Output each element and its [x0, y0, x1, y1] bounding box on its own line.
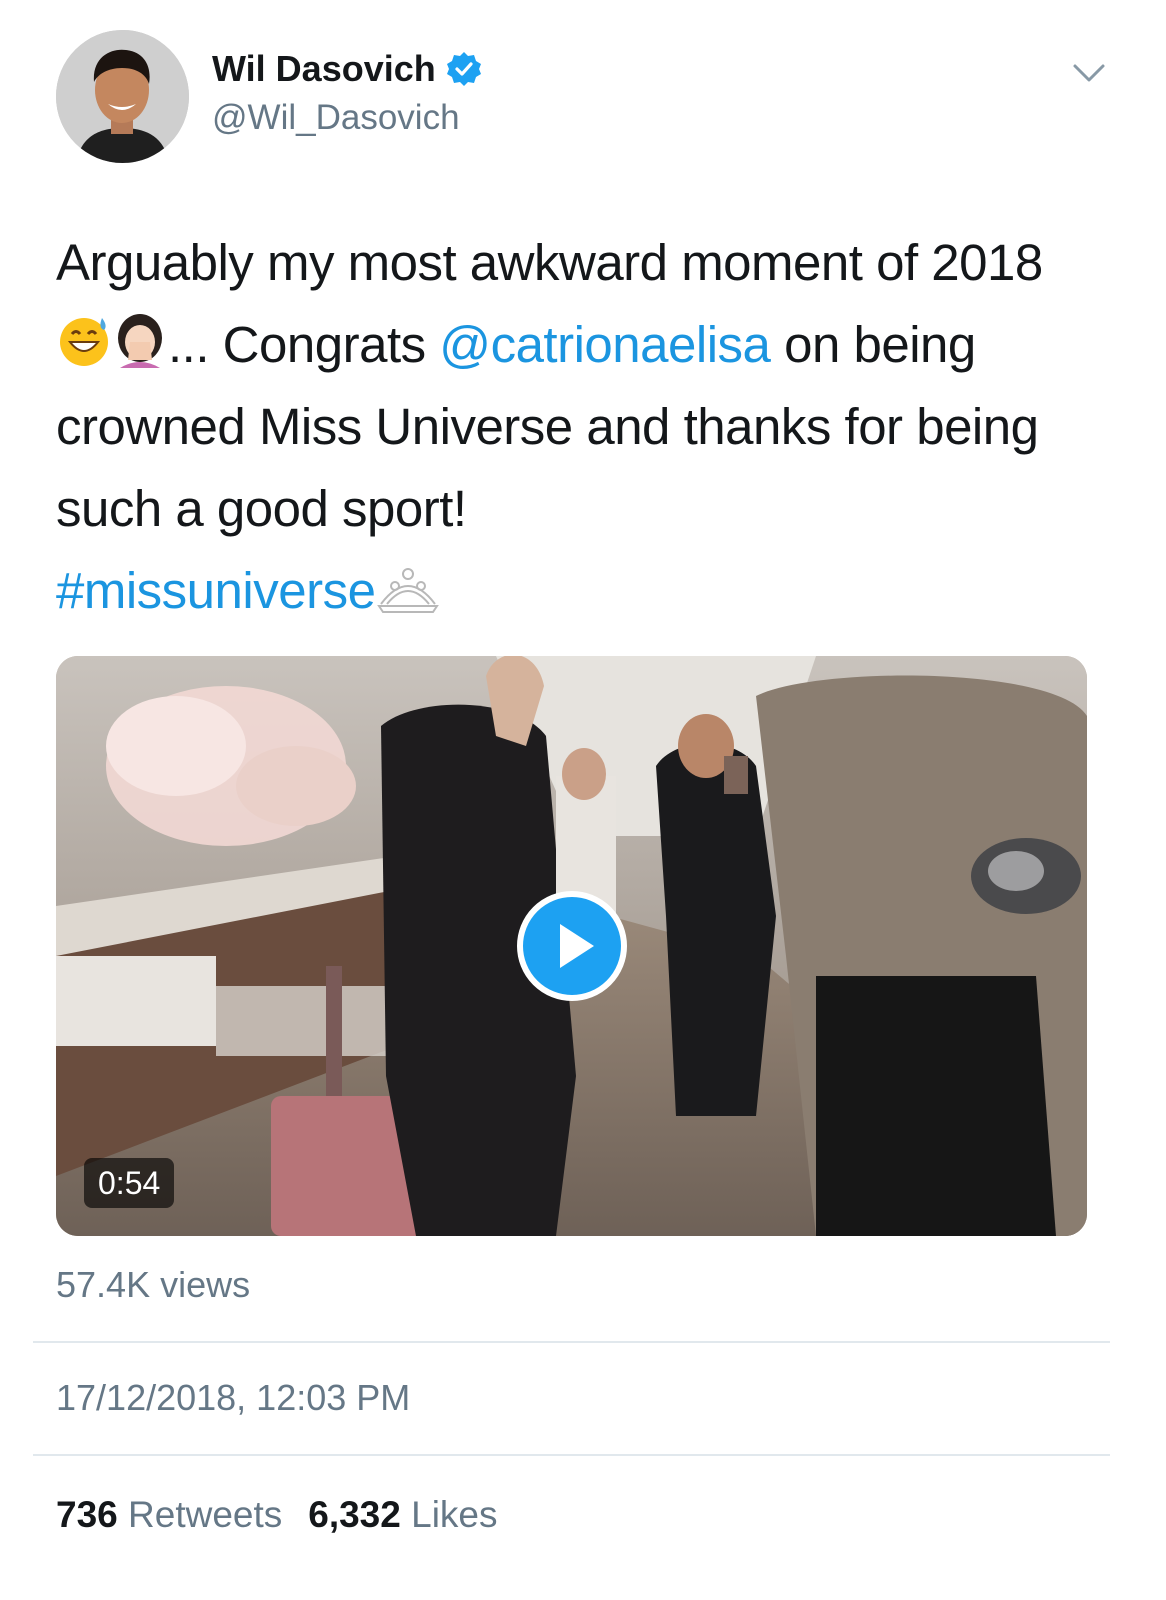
author-names: Wil Dasovich @Wil_Dasovich	[212, 48, 482, 138]
grinning-sweat-emoji-icon	[60, 318, 108, 366]
retweets-stat[interactable]: 736 Retweets	[56, 1494, 282, 1536]
timestamp[interactable]: 17/12/2018, 12:03 PM	[56, 1377, 410, 1419]
tweet-text-part: ... Congrats	[168, 316, 440, 373]
tweet-text-part: Arguably my most awkward moment of 2018	[56, 234, 1043, 291]
play-icon[interactable]	[516, 890, 628, 1002]
likes-count: 6,332	[308, 1494, 401, 1535]
facepalm-emoji-icon	[118, 314, 162, 368]
display-name[interactable]: Wil Dasovich	[212, 48, 436, 90]
tiara-emoji-icon	[377, 568, 440, 613]
chevron-down-icon[interactable]	[1072, 62, 1106, 84]
view-count: 57.4K views	[56, 1264, 251, 1305]
handle[interactable]: @Wil_Dasovich	[212, 98, 482, 138]
avatar[interactable]	[56, 30, 189, 163]
video-player[interactable]: 0:54	[56, 656, 1087, 1236]
retweets-label: Retweets	[128, 1494, 283, 1535]
tweet-text: Arguably my most awkward moment of 2018 …	[56, 222, 1086, 632]
mention-link[interactable]: @catrionaelisa	[439, 316, 771, 373]
likes-stat[interactable]: 6,332 Likes	[308, 1494, 497, 1536]
divider	[33, 1341, 1110, 1343]
hashtag-link[interactable]: #missuniverse	[56, 562, 376, 619]
verified-badge-icon	[446, 52, 481, 86]
tweet-header: Wil Dasovich @Wil_Dasovich	[56, 30, 1106, 165]
divider	[33, 1454, 1110, 1456]
video-duration-badge: 0:54	[84, 1158, 175, 1208]
engagement-stats: 736 Retweets 6,332 Likes	[56, 1494, 498, 1536]
retweets-count: 736	[56, 1494, 118, 1535]
likes-label: Likes	[411, 1494, 498, 1535]
